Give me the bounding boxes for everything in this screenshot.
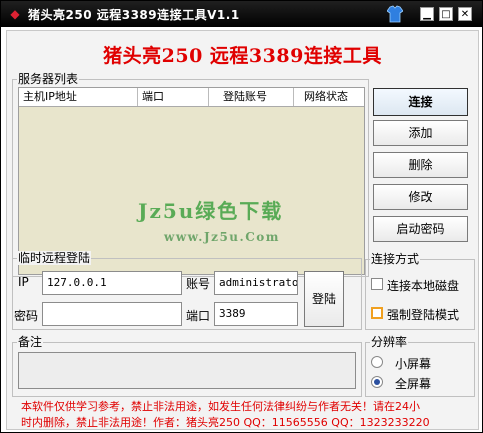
title-bar[interactable]: ◆ 猪头亮250 远程3389连接工具V1.1 ▁ □ ✕	[1, 1, 482, 27]
server-list-label: 服务器列表	[17, 72, 80, 86]
disclaimer-text: 本软件仅供学习参考，禁止非法用途，如发生任何法律纠纷与作者无关！请在24小 时内…	[21, 399, 467, 431]
notes-input[interactable]	[18, 352, 356, 389]
small-screen-radio[interactable]	[371, 356, 383, 368]
resolution-label: 分辨率	[370, 335, 409, 349]
skin-icon[interactable]	[387, 5, 403, 23]
full-screen-radio[interactable]	[371, 376, 383, 388]
server-list-table[interactable]: 主机IP地址 端口 登陆账号 网络状态	[18, 87, 365, 275]
disclaimer-line-2: 时内删除，禁止非法用途！作者：猪头亮250 QQ：11565556 QQ：132…	[21, 416, 430, 429]
notes-label: 备注	[17, 335, 44, 349]
account-label: 账号	[186, 277, 211, 291]
delete-button[interactable]: 删除	[373, 152, 468, 178]
full-screen-label[interactable]: 全屏幕	[395, 375, 431, 392]
close-button[interactable]: ✕	[458, 7, 472, 21]
local-disk-checkbox[interactable]	[371, 278, 383, 290]
watermark-brand: Jz5u绿色下载	[138, 199, 284, 223]
column-header-port[interactable]: 端口	[138, 88, 209, 106]
column-header-status[interactable]: 网络状态	[294, 88, 364, 106]
account-input[interactable]: administrator	[214, 271, 298, 295]
connect-button[interactable]: 连接	[373, 88, 468, 116]
port-input[interactable]: 3389	[214, 302, 298, 326]
password-label: 密码	[14, 309, 39, 323]
ip-label: IP	[18, 275, 29, 289]
connection-mode-label: 连接方式	[370, 252, 421, 266]
column-header-account[interactable]: 登陆账号	[209, 88, 294, 106]
small-screen-label[interactable]: 小屏幕	[395, 355, 431, 372]
modify-button[interactable]: 修改	[373, 184, 468, 210]
window-title: 猪头亮250 远程3389连接工具V1.1	[28, 8, 240, 22]
minimize-button[interactable]: ▁	[420, 7, 434, 21]
disclaimer-line-1: 本软件仅供学习参考，禁止非法用途，如发生任何法律纠纷与作者无关！请在24小	[21, 400, 420, 413]
temp-login-label: 临时远程登陆	[17, 251, 92, 265]
watermark-url: www.Jz5u.Com	[164, 230, 280, 244]
login-button[interactable]: 登陆	[304, 271, 344, 327]
local-disk-label[interactable]: 连接本地磁盘	[387, 277, 459, 294]
ip-input[interactable]: 127.0.0.1	[42, 271, 182, 295]
app-window: ◆ 猪头亮250 远程3389连接工具V1.1 ▁ □ ✕ 猪头亮250 远程3…	[0, 0, 483, 433]
port-label: 端口	[186, 309, 211, 323]
force-login-label[interactable]: 强制登陆模式	[387, 306, 459, 323]
add-button[interactable]: 添加	[373, 120, 468, 146]
boot-password-button[interactable]: 启动密码	[373, 216, 468, 242]
password-input[interactable]	[42, 302, 182, 326]
restore-button[interactable]: □	[439, 7, 453, 21]
column-header-ip[interactable]: 主机IP地址	[19, 88, 138, 106]
force-login-checkbox[interactable]	[371, 307, 383, 319]
main-panel: 猪头亮250 远程3389连接工具 服务器列表 主机IP地址 端口 登陆账号 网…	[6, 30, 479, 430]
app-heading: 猪头亮250 远程3389连接工具	[103, 45, 382, 67]
table-header: 主机IP地址 端口 登陆账号 网络状态	[19, 88, 364, 107]
app-icon: ◆	[10, 7, 20, 21]
